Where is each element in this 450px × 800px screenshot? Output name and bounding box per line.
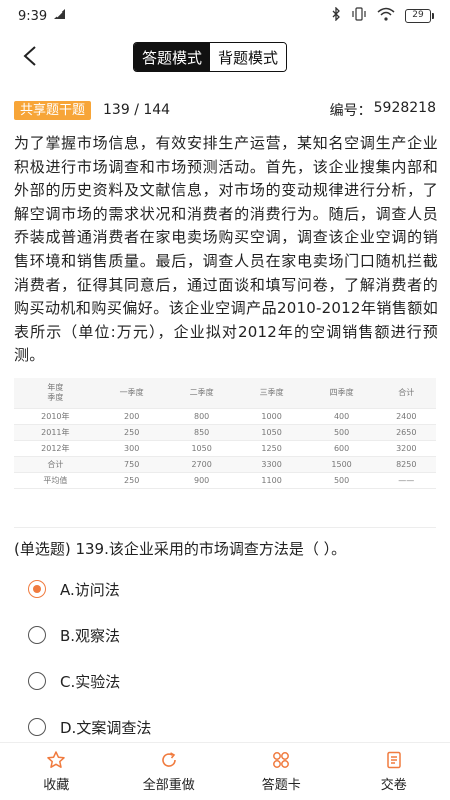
status-time: 9:39 <box>18 8 48 24</box>
question-header: 共享题干题 139 / 144 编号： 5928218 <box>14 100 436 120</box>
vibrate-icon <box>351 7 367 25</box>
battery-level: 29 <box>405 9 431 23</box>
tab-answer-mode[interactable]: 答题模式 <box>134 43 211 71</box>
battery-icon: 29 <box>405 9 434 23</box>
table-cell: 250 <box>96 424 167 441</box>
corner-top: 年度 <box>47 382 64 392</box>
mode-switch: 答题模式 背题模式 <box>133 42 288 72</box>
radio-a[interactable] <box>28 580 46 598</box>
table-cell: 1050 <box>166 440 237 457</box>
table-cell: 2400 <box>376 408 436 425</box>
table-row-label: 2011年 <box>14 424 97 441</box>
signal-icon <box>53 8 67 24</box>
favorite-button[interactable]: 收藏 <box>0 743 113 800</box>
option-b[interactable]: B.观察法 <box>28 612 428 658</box>
table-cell: 850 <box>166 424 237 441</box>
table-cell: 3200 <box>376 440 436 457</box>
table-header: 一季度 <box>96 378 167 409</box>
table-cell: 2700 <box>166 456 237 473</box>
submit-doc-icon <box>387 751 401 769</box>
table-row: 2011年 250 850 1050 500 2650 <box>14 424 436 441</box>
table-cell: 2650 <box>376 424 436 441</box>
option-c[interactable]: C.实验法 <box>28 658 428 704</box>
table-header: 二季度 <box>166 378 237 409</box>
sales-table-image: 年度 季度 一季度 二季度 三季度 四季度 合计 2010年 200 800 1000… <box>14 378 436 491</box>
radio-c[interactable] <box>28 672 46 690</box>
table-cell: —— <box>376 472 436 489</box>
table-row: 2012年 300 1050 1250 600 3200 <box>14 440 436 457</box>
question-code-value: 5928218 <box>373 100 436 116</box>
option-c-label: C.实验法 <box>60 672 121 691</box>
question-progress: 139 / 144 <box>103 102 171 118</box>
option-b-label: B.观察法 <box>60 626 121 645</box>
table-cell: 800 <box>166 408 237 425</box>
radio-selected-dot <box>33 585 41 593</box>
table-cell: 3300 <box>236 456 307 473</box>
table-cell: 500 <box>306 472 377 489</box>
option-a-label: A.访问法 <box>60 580 120 599</box>
table-cell: 900 <box>166 472 237 489</box>
options-list: A.访问法 B.观察法 C.实验法 D.文案调查法 <box>28 566 428 750</box>
table-cell: 600 <box>306 440 377 457</box>
star-icon <box>47 751 65 768</box>
nav-bar: 答题模式 背题模式 <box>0 36 450 76</box>
answer-card-button[interactable]: 答题卡 <box>225 743 338 800</box>
table-corner: 年度 季度 <box>14 378 97 409</box>
radio-b[interactable] <box>28 626 46 644</box>
redo-all-button[interactable]: 全部重做 <box>113 743 226 800</box>
table-cell: 1500 <box>306 456 377 473</box>
table-row: 2010年 200 800 1000 400 2400 <box>14 408 436 425</box>
redo-all-label: 全部重做 <box>142 778 195 793</box>
divider <box>14 527 436 528</box>
table-row-label: 合计 <box>14 456 97 473</box>
table-row: 合计 750 2700 3300 1500 8250 <box>14 456 436 473</box>
table-row-label: 2010年 <box>14 408 97 425</box>
table-cell: 1050 <box>236 424 307 441</box>
wifi-icon <box>377 7 395 25</box>
table-cell: 500 <box>306 424 377 441</box>
table-cell: 400 <box>306 408 377 425</box>
table-header: 合计 <box>376 378 436 409</box>
bluetooth-icon <box>331 6 341 25</box>
table-row-label: 2012年 <box>14 440 97 457</box>
question-code: 编号： 5928218 <box>330 100 436 120</box>
back-button[interactable] <box>12 38 48 74</box>
table-cell: 1100 <box>236 472 307 489</box>
refresh-icon <box>162 752 176 767</box>
question-type-tag: 共享题干题 <box>14 100 92 120</box>
answer-card-label: 答题卡 <box>261 778 301 793</box>
corner-bottom: 季度 <box>47 392 64 402</box>
status-bar: 9:39 29 <box>0 0 450 32</box>
radio-d[interactable] <box>28 718 46 736</box>
favorite-label: 收藏 <box>43 778 70 793</box>
table-row: 平均值 250 900 1100 500 —— <box>14 472 436 489</box>
table-row-label: 平均值 <box>14 472 97 489</box>
table-header: 三季度 <box>236 378 307 409</box>
grid-icon <box>273 752 290 768</box>
option-a[interactable]: A.访问法 <box>28 566 428 612</box>
table-cell: 250 <box>96 472 167 489</box>
submit-button[interactable]: 交卷 <box>338 743 450 800</box>
shared-passage: 为了掌握市场信息，有效安排生产运营，某知名空调生产企业积极进行市场调查和市场预测… <box>14 134 438 365</box>
question-stem: (单选题) 139.该企业采用的市场调查方法是（ ）。 <box>14 540 347 558</box>
option-d-label: D.文案调查法 <box>60 718 152 737</box>
back-arrow-icon <box>23 46 36 66</box>
table-cell: 8250 <box>376 456 436 473</box>
tab-recite-mode[interactable]: 背题模式 <box>210 43 287 71</box>
bottom-toolbar: 收藏 全部重做 答题卡 交卷 <box>0 742 450 800</box>
table-cell: 1250 <box>236 440 307 457</box>
table-cell: 750 <box>96 456 167 473</box>
submit-label: 交卷 <box>380 778 407 793</box>
table-cell: 200 <box>96 408 167 425</box>
table-cell: 300 <box>96 440 167 457</box>
question-code-label: 编号： <box>329 103 372 119</box>
table-header: 四季度 <box>306 378 377 409</box>
sales-table: 年度 季度 一季度 二季度 三季度 四季度 合计 2010年 200 800 1000… <box>14 378 436 489</box>
table-cell: 1000 <box>236 408 307 425</box>
